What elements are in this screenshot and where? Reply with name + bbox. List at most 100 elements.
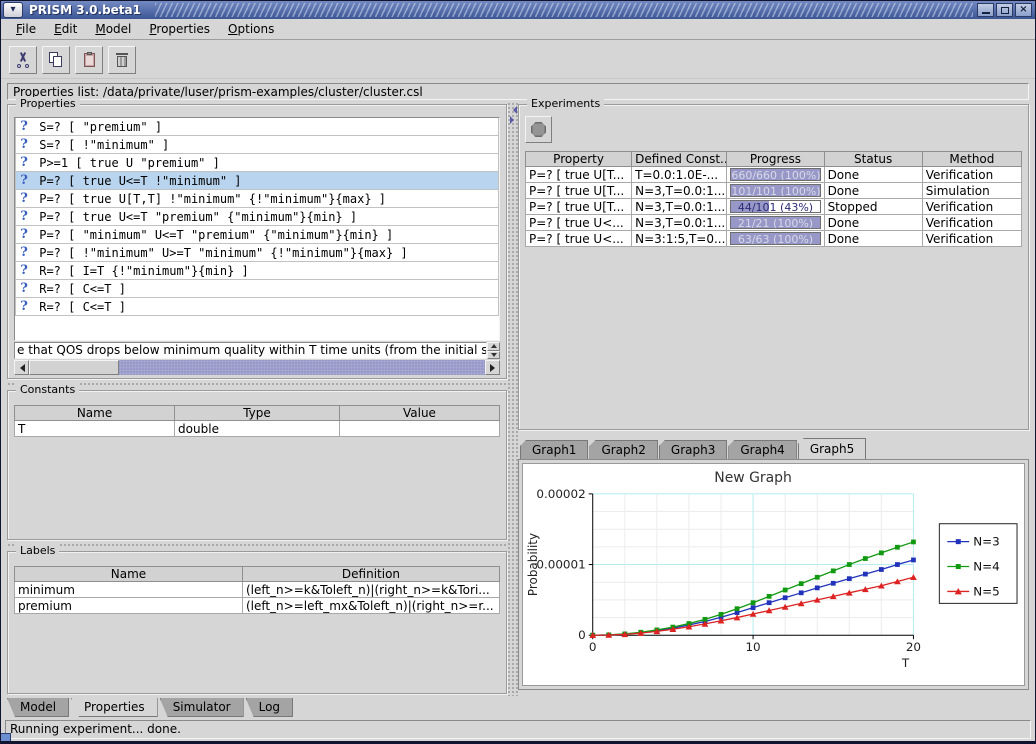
table-row[interactable]: Tdouble (15, 421, 500, 437)
paste-button[interactable] (75, 46, 103, 74)
legend-label-N=3: N=3 (973, 535, 1000, 549)
tab-log[interactable]: Log (246, 698, 293, 717)
status-bar: Running experiment... done. (5, 720, 1031, 739)
table-cell: (left_n>=left_mx&Toleft_n)|(right_n>=r..… (242, 598, 499, 614)
property-row[interactable]: ? P=? [ "minimum" U<=T "premium" {"minim… (15, 225, 499, 244)
tab-graph5[interactable]: Graph5 (798, 438, 866, 459)
tab-graph4[interactable]: Graph4 (728, 440, 796, 459)
tab-graph2[interactable]: Graph2 (589, 440, 657, 459)
scroll-right-button[interactable] (485, 360, 500, 375)
scroll-left-button[interactable] (14, 360, 29, 375)
property-row[interactable]: ? P>=1 [ true U "premium" ] (15, 153, 499, 172)
table-row[interactable]: minimum(left_n>=k&Toleft_n)|(right_n>=k&… (15, 582, 500, 598)
cut-button[interactable] (9, 46, 37, 74)
question-icon: ? (16, 155, 32, 170)
menu-edit[interactable]: Edit (45, 19, 86, 39)
property-comment-field[interactable]: e that QOS drops below minimum quality w… (14, 342, 487, 359)
splitter-collapse-left-icon[interactable] (509, 106, 517, 114)
progress-bar: 63/63 (100%) (730, 232, 820, 245)
column-header[interactable]: Name (15, 567, 243, 582)
column-header[interactable]: Defined Const... (632, 152, 727, 167)
tab-model[interactable]: Model (7, 698, 69, 717)
question-icon: ? (16, 299, 32, 314)
marker-N=3 (767, 600, 772, 605)
delete-icon (114, 52, 130, 68)
main-vertical-splitter[interactable] (507, 102, 518, 696)
chart-panel[interactable]: 0102000.000010.00002New GraphTProbabilit… (522, 463, 1025, 686)
y-tick-label: 0.00002 (536, 487, 585, 501)
window-resize-corner[interactable] (1, 733, 11, 741)
progress-text: 660/660 (100%) (731, 169, 819, 181)
scrollbar-thumb[interactable] (29, 360, 119, 375)
experiment-property: P=? [ true U[T... (526, 167, 632, 183)
column-header[interactable]: Method (922, 152, 1021, 167)
spinner-up-button[interactable] (487, 342, 500, 351)
progress-bar: 660/660 (100%) (730, 168, 820, 181)
delete-button[interactable] (108, 46, 136, 74)
column-header[interactable]: Status (824, 152, 922, 167)
experiment-defined-constants: N=3,T=0.0:1... (632, 199, 727, 215)
left-arrow-icon (16, 364, 25, 372)
copy-button[interactable] (42, 46, 70, 74)
left-splitter-2[interactable] (7, 543, 507, 548)
tab-graph1[interactable]: Graph1 (520, 440, 588, 459)
column-header[interactable]: Name (15, 406, 175, 421)
property-row[interactable]: ? R=? [ C<=T ] (15, 297, 499, 316)
property-row[interactable]: ? S=? [ "premium" ] (15, 117, 499, 136)
menu-model[interactable]: Model (86, 19, 140, 39)
minimize-button[interactable] (977, 3, 994, 17)
graph-tab-content: 0102000.000010.00002New GraphTProbabilit… (518, 459, 1029, 690)
marker-N=3 (815, 585, 820, 590)
experiment-row[interactable]: P=? [ true U<...N=3,T=0.0:1...21/21 (100… (526, 215, 1022, 231)
column-header[interactable]: Value (339, 406, 499, 421)
menu-file[interactable]: File (7, 19, 45, 39)
paste-icon (81, 52, 97, 68)
progress-bar: 44/101 (43%) (730, 200, 820, 213)
marker-N=4 (751, 600, 756, 605)
experiment-row[interactable]: P=? [ true U[T...N=3,T=0.0:1...44/101 (4… (526, 199, 1022, 215)
left-splitter-1[interactable] (7, 382, 507, 387)
property-row[interactable]: ? P=? [ true U<=T !"minimum" ] (15, 171, 499, 190)
experiment-property: P=? [ true U[T... (526, 199, 632, 215)
column-header[interactable]: Property (526, 152, 632, 167)
copy-icon (48, 52, 64, 68)
main-area: Properties ? S=? [ "premium" ]? S=? [ !"… (7, 102, 1029, 696)
experiment-row[interactable]: P=? [ true U<...N=3:1:5,T=0...63/63 (100… (526, 231, 1022, 247)
legend-label-N=5: N=5 (973, 584, 1000, 598)
property-row[interactable]: ? P=? [ true U[T,T] !"minimum" {!"minimu… (15, 189, 499, 208)
menu-properties[interactable]: Properties (140, 19, 219, 39)
tab-properties[interactable]: Properties (71, 698, 158, 717)
window-menu-button[interactable]: ▾ (3, 2, 23, 18)
property-row[interactable]: ? R=? [ C<=T ] (15, 279, 499, 298)
property-row[interactable]: ? S=? [ !"minimum" ] (15, 135, 499, 154)
maximize-button[interactable] (996, 3, 1013, 17)
stop-experiment-button[interactable] (525, 116, 552, 143)
marker-N=3 (895, 562, 900, 567)
column-header[interactable]: Type (175, 406, 340, 421)
property-text: R=? [ C<=T ] (32, 282, 126, 296)
progress-bar: 101/101 (100%) (730, 184, 820, 197)
property-row[interactable]: ? R=? [ I=T {!"minimum"}{min} ] (15, 261, 499, 280)
table-cell: T (15, 421, 175, 437)
experiment-progress: 660/660 (100%) (727, 167, 824, 183)
close-button[interactable]: × (1015, 3, 1032, 17)
column-header[interactable]: Progress (727, 152, 824, 167)
property-text: P=? [ true U<=T !"minimum" ] (32, 174, 242, 188)
y-tick-label: 0 (578, 628, 586, 642)
splitter-collapse-right-icon[interactable] (510, 116, 518, 124)
menu-options[interactable]: Options (219, 19, 283, 39)
experiment-row[interactable]: P=? [ true U[T...T=0.0:1.0E-...660/660 (… (526, 167, 1022, 183)
spinner-down-button[interactable] (487, 351, 500, 360)
table-row[interactable]: premium(left_n>=left_mx&Toleft_n)|(right… (15, 598, 500, 614)
titlebar-stripes[interactable] (155, 3, 973, 17)
scrollbar-track[interactable] (119, 360, 485, 375)
column-header[interactable]: Definition (242, 567, 499, 582)
tab-graph3[interactable]: Graph3 (659, 440, 727, 459)
experiment-row[interactable]: P=? [ true U[T...N=3,T=0.0:1...101/101 (… (526, 183, 1022, 199)
chart-title: New Graph (714, 470, 792, 486)
tab-simulator[interactable]: Simulator (160, 698, 244, 717)
property-text: R=? [ I=T {!"minimum"}{min} ] (32, 264, 249, 278)
property-row[interactable]: ? P=? [ !"minimum" U>=T "minimum" {!"min… (15, 243, 499, 262)
constants-group: Constants NameTypeValueTdouble (7, 390, 507, 540)
property-row[interactable]: ? P=? [ true U<=T "premium" {"minimum"}{… (15, 207, 499, 226)
